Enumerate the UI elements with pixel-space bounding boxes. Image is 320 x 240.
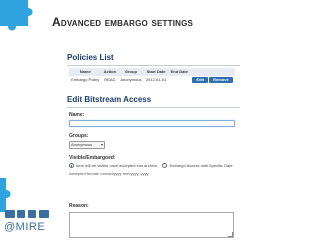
visible-embargoed-label: Visible/Embargoed: [69,155,116,161]
visible-radio-label: Item will be visible once accepted into … [76,163,158,168]
mire-logo: @MIRE [4,208,50,238]
resize-handle-icon[interactable] [228,232,233,237]
chevron-down-icon: ▾ [100,142,103,147]
logo-link-icon [5,210,49,218]
puzzle-piece-icon [0,0,33,31]
policies-table: Name Action Group Start Date End Date Em… [69,68,235,84]
divider [67,107,240,108]
reason-label: Reason: [69,203,89,209]
date-format-hint: Accepted format: mm/dd/yyyy mm/yyyy, yyy… [69,171,149,176]
divider [67,65,240,66]
visibility-options: Item will be visible once accepted into … [69,163,239,169]
name-label: Name: [69,112,85,118]
column-header: Group [124,69,137,74]
name-input[interactable] [69,120,235,127]
policies-list-title: Policies List [67,53,114,62]
column-header: Start Date [146,69,166,74]
visible-radio[interactable] [69,163,74,169]
policy-end-date [168,76,190,84]
table-header-row: Name Action Group Start Date End Date [69,68,235,76]
column-header: Name [79,69,91,74]
policy-action: READ [104,77,116,82]
slide-title: Advanced embargo settings [52,15,194,29]
reason-textarea[interactable] [69,212,234,238]
table-row: Embargo Policy READ Anonymous 2012-01-01… [69,76,235,84]
edit-button[interactable]: Edit [192,77,208,83]
groups-select[interactable]: Anonymous ▾ [69,141,105,149]
policy-group: Anonymous [120,77,142,82]
edit-bitstream-access-title: Edit Bitstream Access [67,95,152,104]
column-header: End Date [170,69,188,74]
column-header: Action [103,69,117,74]
policy-actions: Edit Remove [190,76,235,84]
policy-name: Embargo Policy [71,77,100,82]
dspace-screenshot: Policies List Name Action Group Start Da… [67,53,240,240]
logo-text: @MIRE [4,221,46,233]
column-header [190,68,235,76]
embargo-radio[interactable] [162,163,168,169]
groups-selected-value: Anonymous [71,142,93,147]
remove-button[interactable]: Remove [209,77,233,83]
embargo-radio-label: Embargo Access until Specific Date [169,163,233,168]
groups-label: Groups: [69,133,89,139]
policy-start-date: 2012-01-01 [145,77,167,82]
